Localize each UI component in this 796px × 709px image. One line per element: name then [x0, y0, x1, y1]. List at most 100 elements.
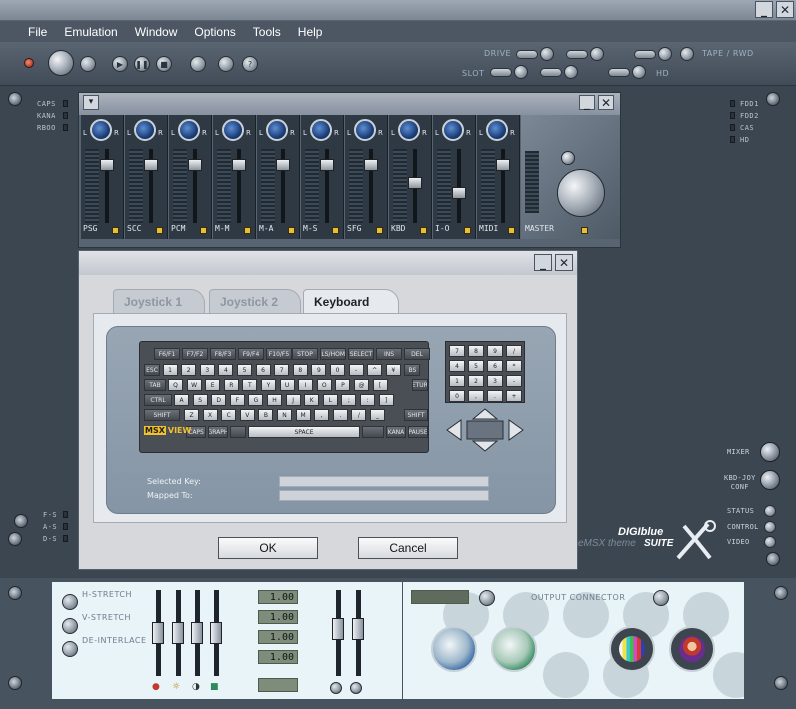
key-row1-0[interactable]: ESC [144, 364, 160, 376]
key-row3-9[interactable]: L [322, 394, 338, 406]
pan-knob[interactable] [398, 119, 420, 141]
key-row4-5[interactable]: B [258, 409, 274, 421]
de-interlace-button[interactable] [62, 641, 78, 657]
key-row4-10[interactable]: / [351, 409, 367, 421]
key-row3-2[interactable]: S [192, 394, 208, 406]
channel-enable-led[interactable] [464, 227, 471, 234]
dialog-close-button[interactable]: ✕ [555, 254, 573, 271]
key-ins[interactable]: INS [376, 348, 402, 360]
key-row4-6[interactable]: N [277, 409, 292, 421]
fader-thumb[interactable] [276, 159, 290, 171]
menu-emulation[interactable]: Emulation [58, 25, 123, 39]
key-row3-4[interactable]: F [229, 394, 245, 406]
key-row1-2[interactable]: 2 [181, 364, 197, 376]
key-f9-f4[interactable]: F9/F4 [238, 348, 264, 360]
blur-slider-thumb[interactable] [352, 618, 364, 640]
key-row3-5[interactable]: G [248, 394, 264, 406]
drive-b-switch[interactable] [566, 50, 588, 59]
key-f7-f2[interactable]: F7/F2 [182, 348, 208, 360]
key-row1-6[interactable]: 6 [255, 364, 271, 376]
key-del[interactable]: DEL [404, 348, 430, 360]
fader-thumb[interactable] [320, 159, 334, 171]
tape-button[interactable] [658, 47, 672, 61]
key-row2-3[interactable]: E [205, 379, 221, 391]
fader-thumb[interactable] [144, 159, 158, 171]
key-row2-4[interactable]: R [223, 379, 239, 391]
video-button[interactable] [764, 536, 776, 548]
dialog-minimize-button[interactable]: _ [534, 254, 552, 271]
color-bars-button[interactable] [609, 626, 655, 672]
arrow-right-key[interactable] [508, 419, 524, 441]
menu-options[interactable]: Options [188, 25, 241, 39]
diskswap-icon[interactable] [190, 56, 206, 72]
key-f10-f5[interactable]: F10/F5 [266, 348, 292, 360]
mixer-toggle-button[interactable] [760, 442, 780, 462]
v-stretch-button[interactable] [62, 618, 78, 634]
cancel-button[interactable]: Cancel [358, 537, 458, 559]
key-row3-1[interactable]: A [174, 394, 189, 406]
drive-b-button[interactable] [590, 47, 604, 61]
mixer-menu-button[interactable]: ▾ [83, 95, 99, 110]
numpad-key-7[interactable]: * [506, 360, 522, 372]
key-cls-home[interactable]: CLS/HOME [320, 348, 346, 360]
numpad-key-10[interactable]: 3 [487, 375, 503, 387]
menu-window[interactable]: Window [129, 25, 184, 39]
numpad-key-8[interactable]: 1 [449, 375, 465, 387]
key-row1-8[interactable]: 8 [292, 364, 308, 376]
key-row5-6[interactable]: PAUSE [408, 426, 428, 438]
fader-thumb[interactable] [364, 159, 378, 171]
rewind-button[interactable] [680, 47, 694, 61]
key-row5-1[interactable]: GRAPH [208, 426, 228, 438]
reset-button[interactable] [80, 56, 96, 72]
scanline-toggle-button[interactable] [330, 682, 342, 694]
fader-thumb[interactable] [496, 159, 510, 171]
key-row1-5[interactable]: 5 [237, 364, 252, 376]
h-stretch-button[interactable] [62, 594, 78, 610]
numpad-key-2[interactable]: 9 [487, 345, 503, 357]
tape-switch[interactable] [634, 50, 656, 59]
channel-enable-led[interactable] [112, 227, 119, 234]
pause-icon[interactable]: ❚❚ [134, 56, 150, 72]
fader-thumb[interactable] [188, 159, 202, 171]
key-stop[interactable]: STOP [292, 348, 318, 360]
arrow-up-key[interactable] [471, 408, 499, 420]
numpad-key-4[interactable]: 4 [449, 360, 465, 372]
numpad-key-5[interactable]: 5 [468, 360, 484, 372]
fader-thumb[interactable] [452, 187, 466, 199]
key-row2-12[interactable]: [ [372, 379, 388, 391]
scanline-slider-thumb[interactable] [332, 618, 344, 640]
key-row3-3[interactable]: D [211, 394, 227, 406]
key-row3-11[interactable]: : [360, 394, 375, 406]
output-prev-button[interactable] [479, 590, 495, 606]
key-select[interactable]: SELECT [348, 348, 374, 360]
menu-tools[interactable]: Tools [247, 25, 287, 39]
slot-1-button[interactable] [514, 65, 528, 79]
numpad-key-12[interactable]: 0 [449, 390, 465, 402]
tab-keyboard[interactable]: Keyboard [303, 289, 399, 313]
key-row4-2[interactable]: X [202, 409, 218, 421]
key-row2-10[interactable]: P [335, 379, 351, 391]
contrast-slider-thumb[interactable] [191, 622, 203, 644]
key-row1-9[interactable]: 9 [311, 364, 327, 376]
key-row5-4[interactable] [362, 426, 384, 438]
key-row2-2[interactable]: W [186, 379, 202, 391]
key-row3-12[interactable]: ] [378, 394, 394, 406]
arrow-down-key[interactable] [471, 440, 499, 452]
channel-enable-led[interactable] [508, 227, 515, 234]
play-icon[interactable]: ▶ [112, 56, 128, 72]
key-row5-2[interactable] [230, 426, 246, 438]
key-row4-0[interactable]: SHIFT [144, 409, 180, 421]
brightness-slider-thumb[interactable] [172, 622, 184, 644]
key-return[interactable]: RETURN [412, 379, 428, 391]
key-row4-8[interactable]: , [314, 409, 330, 421]
key-row2-9[interactable]: O [316, 379, 332, 391]
channel-enable-led[interactable] [376, 227, 383, 234]
key-row3-8[interactable]: K [304, 394, 320, 406]
volume-knob[interactable] [48, 50, 74, 76]
status-button[interactable] [764, 505, 776, 517]
channel-enable-led[interactable] [420, 227, 427, 234]
key-row1-12[interactable]: ^ [367, 364, 383, 376]
ok-button[interactable]: OK [218, 537, 318, 559]
key-row4-11[interactable]: _ [370, 409, 385, 421]
mixer-close-button[interactable]: ✕ [598, 95, 614, 110]
